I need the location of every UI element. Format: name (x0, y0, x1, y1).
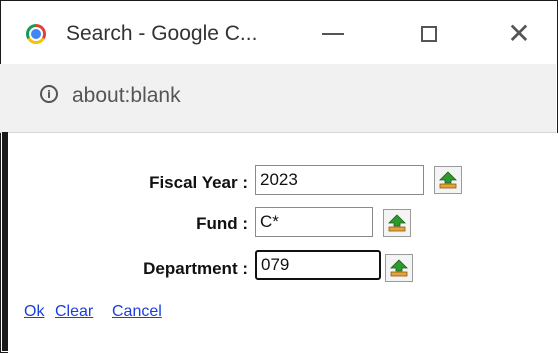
fund-label: Fund : (196, 214, 248, 233)
fiscal-year-label: Fiscal Year : (149, 173, 248, 192)
clear-link[interactable]: Clear (55, 303, 93, 321)
minimize-icon (322, 33, 344, 35)
cancel-link[interactable]: Cancel (112, 303, 162, 321)
department-lookup-button[interactable] (385, 254, 413, 282)
lookup-arrow-icon (388, 214, 406, 232)
maximize-icon (421, 26, 437, 42)
close-icon: ✕ (507, 17, 531, 50)
lookup-arrow-icon (439, 171, 457, 189)
chrome-logo-icon (26, 24, 46, 44)
fund-lookup-button[interactable] (383, 209, 411, 237)
fiscal-year-lookup-button[interactable] (434, 166, 462, 194)
department-input[interactable] (255, 250, 381, 280)
minimize-button[interactable] (308, 14, 358, 54)
ok-link[interactable]: Ok (24, 303, 44, 321)
lookup-arrow-icon (390, 259, 408, 277)
department-label: Department : (143, 259, 248, 278)
fund-input[interactable] (255, 207, 373, 237)
maximize-button[interactable] (404, 14, 454, 54)
url-text: about:blank (72, 84, 181, 107)
fiscal-year-input[interactable] (255, 165, 424, 195)
close-button[interactable]: ✕ (494, 14, 544, 54)
info-icon[interactable]: i (40, 85, 58, 103)
window-title: Search - Google C... (66, 22, 258, 45)
